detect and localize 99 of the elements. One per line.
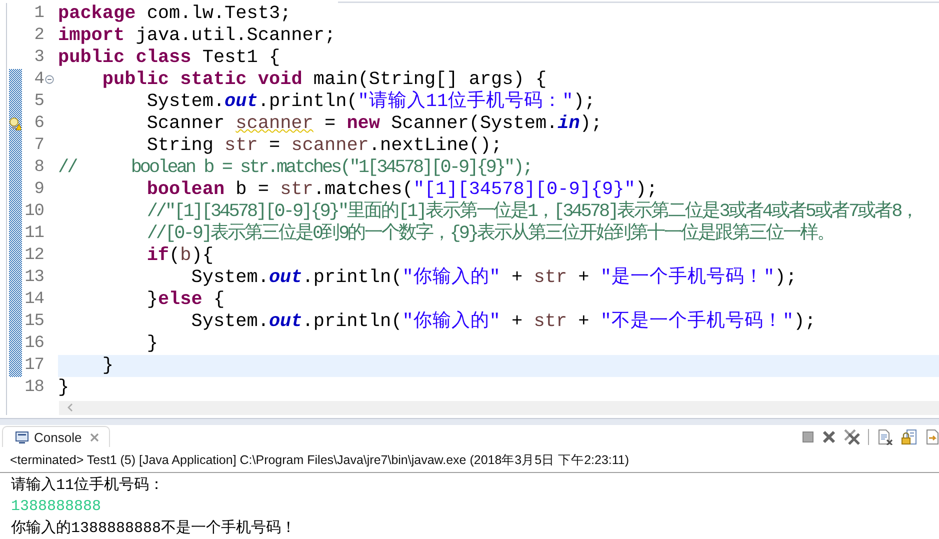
code-text: .nextLine(); [368, 134, 502, 156]
code-text: com.lw.Test3; [146, 2, 292, 24]
keyword: public [58, 46, 125, 68]
console-output-text: 请输入11位手机号码： [11, 476, 166, 496]
line-number: 12 [24, 246, 44, 266]
code-editor[interactable] [6, 2, 939, 415]
collapse-icon[interactable] [45, 75, 54, 84]
line-number: 3 [33, 48, 44, 68]
console-input-text: 1388888888 [11, 497, 102, 517]
code-text: ( [169, 244, 180, 266]
line-number: 1 [33, 4, 44, 24]
code-text: ); [794, 310, 816, 332]
keyword: void [258, 68, 302, 90]
line-number: 18 [24, 378, 44, 398]
stop-icon[interactable] [802, 430, 814, 442]
code-text: String [146, 134, 214, 156]
code-text: .println( [258, 90, 358, 112]
keyword: else [158, 288, 202, 310]
warning-lightbulb-icon[interactable] [9, 116, 21, 131]
line-number: 9 [33, 180, 44, 200]
string-literal: "不是一个手机号码！" [600, 310, 794, 332]
code-text: = [324, 112, 337, 134]
console-status-text: <terminated> Test1 (5) [Java Application] C:\Program Files\Java\jre7\bin\javaw.exe (2018年3月5日 下午2:23:11) [0, 448, 939, 472]
lock-icon[interactable] [901, 428, 917, 444]
code-text: ){ [191, 244, 214, 266]
code-comment: //"[1][34578][0-9]{9}"里面的[1]表示第一位是1，[34578]表示第二位是3或者4或者5或者7或者8， [146, 200, 918, 222]
line-number: 15 [24, 312, 44, 332]
variable-name: b [180, 244, 192, 266]
code-text: System. [191, 266, 269, 288]
code-text: + [578, 266, 590, 288]
keyword: boolean [146, 178, 225, 200]
keyword: package [58, 2, 136, 24]
keyword: public [102, 68, 170, 90]
field-name: out [224, 90, 258, 112]
document-arrow-icon[interactable] [925, 428, 939, 444]
string-literal: "你输入的" [402, 310, 500, 332]
remove-icon[interactable] [822, 430, 836, 444]
line-number: 6 [33, 114, 44, 134]
code-text: Test1 { [202, 46, 280, 68]
field-name: out [268, 310, 302, 332]
code-text: } [58, 376, 70, 398]
monitor-icon [15, 431, 29, 444]
variable-name: str [280, 178, 314, 200]
keyword: class [136, 46, 192, 68]
code-text: ); [573, 90, 596, 112]
code-text: } [102, 354, 114, 376]
line-number: 4 [33, 70, 44, 90]
variable-name: str [534, 310, 568, 332]
line-number: 14 [24, 290, 44, 310]
code-text: } [146, 288, 158, 310]
keyword: import [58, 24, 125, 46]
code-text: + [512, 266, 524, 288]
variable-name: scanner [291, 134, 369, 156]
code-text: + [512, 310, 524, 332]
variable-name: str [224, 134, 258, 156]
variable-name: str [534, 266, 568, 288]
line-number: 2 [33, 26, 44, 46]
line-number: 10 [24, 202, 44, 222]
keyword: if [146, 244, 170, 266]
code-text: ); [635, 178, 658, 200]
code-text: Scanner [146, 112, 226, 134]
code-comment: //[0-9]表示第三位是0到9的一个数字，{9}表示从第三位开始到第十一位是跟第三位一样。 [146, 222, 834, 244]
line-number: 8 [33, 158, 44, 178]
line-number: 16 [24, 334, 44, 354]
close-icon[interactable] [90, 433, 99, 442]
console-tab[interactable]: Console [2, 426, 110, 447]
code-text: main(String[] args) { [313, 68, 547, 90]
string-literal: "[1][34578][0-9]{9}" [413, 178, 636, 200]
code-text: ); [774, 266, 797, 288]
console-output-text: 你输入的1388888888不是一个手机号码！ [11, 518, 298, 538]
code-text: System. [146, 90, 225, 112]
line-number: 17 [24, 356, 44, 376]
variable-name: scanner [236, 112, 314, 134]
code-comment: // boolean b = str.matches("1[34578][0-9]{9}"); [58, 156, 532, 178]
line-number: 7 [33, 136, 44, 156]
code-text: .matches( [313, 178, 414, 200]
code-text: java.util.Scanner; [136, 24, 336, 46]
clear-document-icon[interactable] [877, 428, 893, 444]
code-text: .println( [302, 310, 402, 332]
remove-all-icon[interactable] [844, 428, 860, 444]
line-number: 13 [24, 268, 44, 288]
code-text: } [146, 332, 158, 354]
code-text: { [213, 288, 225, 310]
code-text: .println( [302, 266, 402, 288]
code-text: b = [236, 178, 270, 200]
keyword: static [180, 68, 247, 90]
line-number: 11 [24, 224, 44, 244]
code-text: = [268, 134, 282, 156]
keyword: new [346, 112, 380, 134]
field-name: in [558, 112, 580, 134]
code-text: + [578, 310, 590, 332]
string-literal: "你输入的" [402, 266, 500, 288]
code-text: Scanner(System. [391, 112, 558, 134]
string-literal: "是一个手机号码！" [600, 266, 775, 288]
code-text: ); [580, 112, 602, 134]
field-name: out [268, 266, 302, 288]
line-number: 5 [33, 92, 44, 112]
string-literal: "请输入11位手机号码：" [358, 90, 574, 112]
code-text: System. [191, 310, 269, 332]
